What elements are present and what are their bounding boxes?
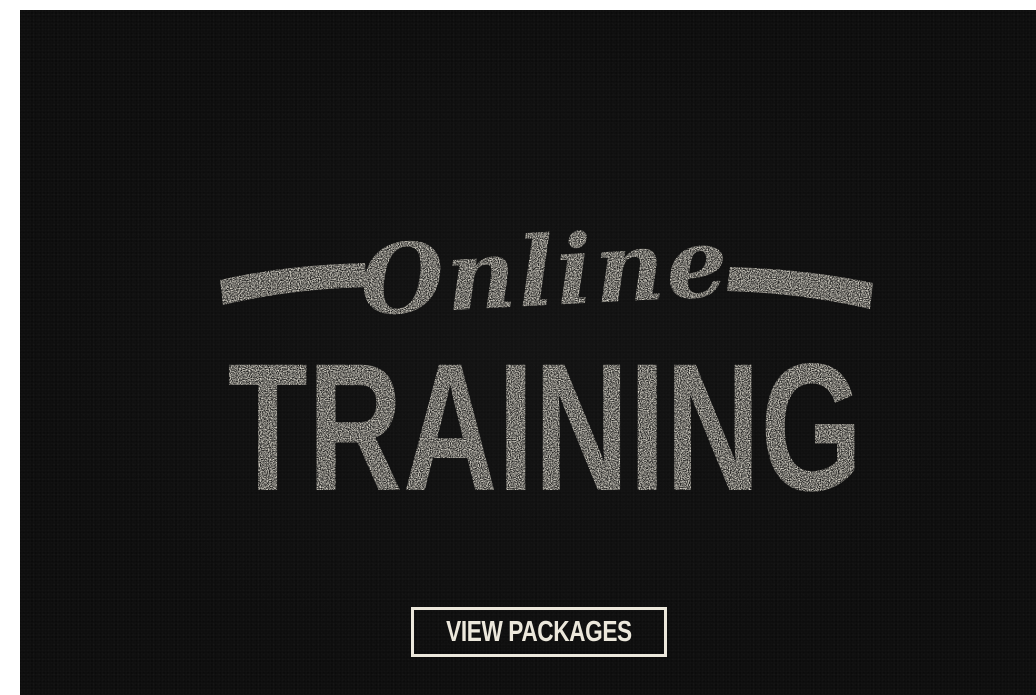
online-training-logo: Online TRAINING: [215, 205, 875, 505]
view-packages-label: VIEW PACKAGES: [446, 615, 632, 648]
right-swash-bar: [727, 267, 873, 309]
page: Online TRAINING VIEW PACKAGES: [0, 0, 1036, 695]
script-word-online: Online: [357, 205, 732, 337]
block-word-training: TRAINING: [228, 325, 863, 505]
view-packages-button[interactable]: VIEW PACKAGES: [411, 607, 667, 657]
online-training-banner: Online TRAINING VIEW PACKAGES: [20, 10, 1036, 695]
left-swash-bar: [220, 263, 367, 305]
